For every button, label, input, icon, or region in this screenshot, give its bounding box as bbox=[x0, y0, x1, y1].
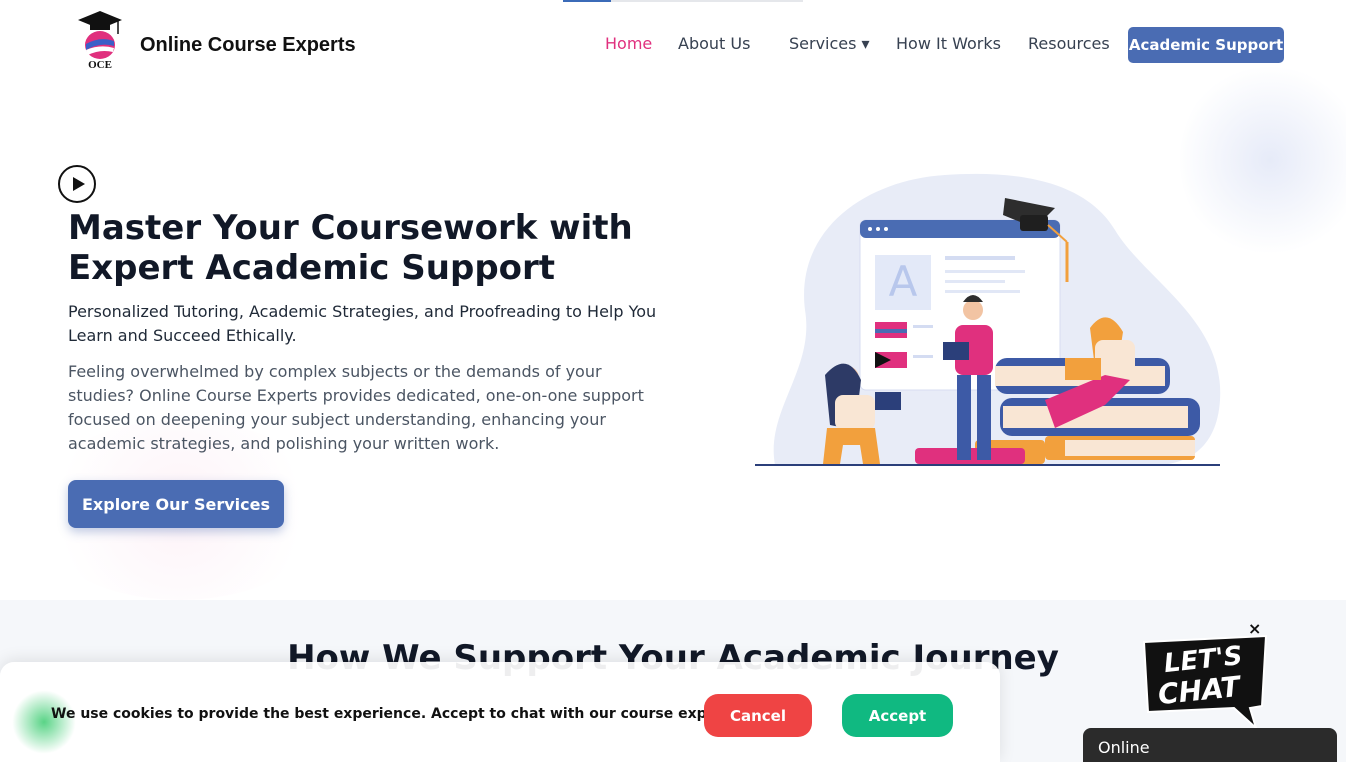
brand-logo[interactable]: OCE bbox=[76, 8, 124, 72]
svg-text:OCE: OCE bbox=[88, 59, 112, 71]
nav-about-us[interactable]: About Us bbox=[678, 34, 750, 53]
nav-home[interactable]: Home bbox=[605, 34, 652, 53]
play-video-button[interactable] bbox=[58, 165, 96, 203]
hero-subtitle: Personalized Tutoring, Academic Strategi… bbox=[68, 302, 657, 345]
cookie-cancel-button[interactable]: Cancel bbox=[704, 694, 812, 737]
hero-title: Master Your Coursework with Expert Acade… bbox=[68, 208, 668, 288]
cookie-message: We use cookies to provide the best exper… bbox=[51, 706, 744, 722]
chat-status-label: Online bbox=[1098, 738, 1150, 757]
lets-chat-bubble[interactable]: LET'S CHAT bbox=[1138, 634, 1270, 730]
svg-text:A: A bbox=[889, 257, 918, 306]
nav-how-it-works[interactable]: How It Works bbox=[896, 34, 1001, 53]
academic-support-button[interactable]: Academic Support bbox=[1128, 27, 1284, 63]
brand-name[interactable]: Online Course Experts bbox=[140, 34, 356, 57]
play-icon bbox=[72, 177, 85, 191]
hero-title-line-2: Expert Academic Support bbox=[68, 248, 556, 288]
nav-resources[interactable]: Resources bbox=[1028, 34, 1110, 53]
hero-description: Feeling overwhelmed by complex subjects … bbox=[68, 362, 644, 453]
hero-title-line-1: Master Your Coursework with bbox=[68, 208, 633, 248]
page-load-progress bbox=[563, 0, 803, 2]
explore-services-button[interactable]: Explore Our Services bbox=[68, 480, 284, 528]
cookie-accept-button[interactable]: Accept bbox=[842, 694, 953, 737]
chat-status-bar[interactable]: Online bbox=[1083, 728, 1337, 762]
chat-avatar-glow bbox=[12, 690, 76, 754]
students-studying-illustration: A bbox=[755, 173, 1221, 466]
graduation-cap-logo-icon: OCE bbox=[78, 11, 122, 71]
nav-services-dropdown[interactable]: Services ▾ bbox=[789, 34, 870, 53]
